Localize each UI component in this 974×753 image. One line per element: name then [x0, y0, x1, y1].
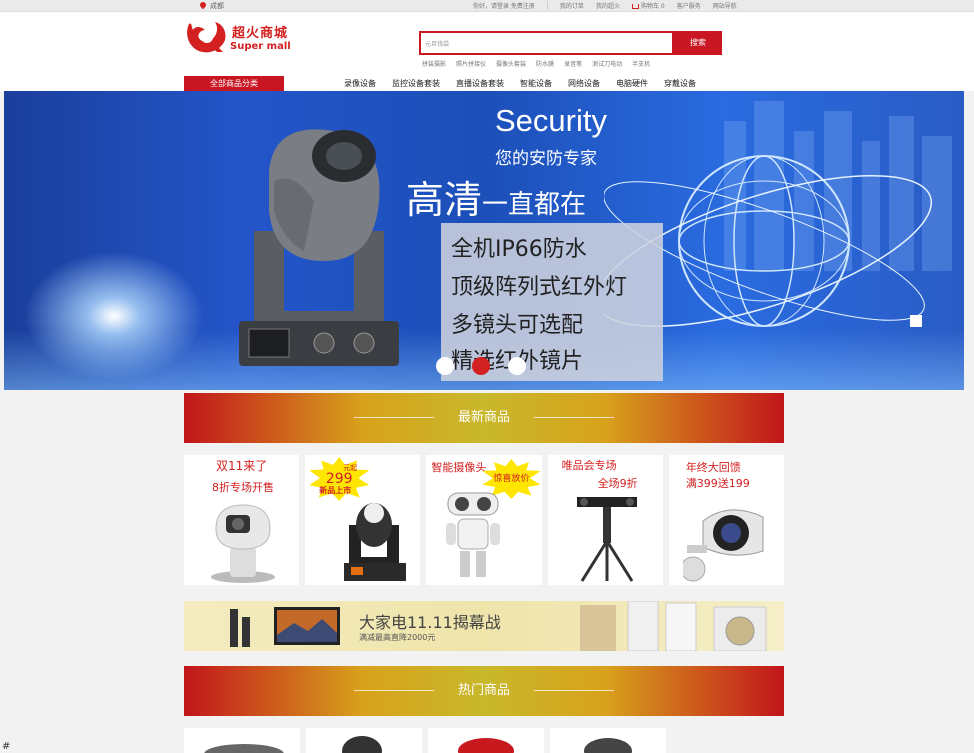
product-image: [584, 738, 632, 753]
product-promo-title: 双11来了: [216, 459, 268, 473]
cart-label: 购物车 0: [640, 3, 665, 10]
site-logo[interactable]: 超火商城 Super mall: [183, 16, 293, 56]
product-card[interactable]: 年终大回馈 满399送199: [668, 455, 785, 585]
price-unit: 元起: [343, 464, 358, 472]
hot-products-heading: 热门商品: [184, 666, 784, 716]
carousel-dot-active[interactable]: [472, 357, 490, 375]
tv-speaker-image: [230, 607, 340, 647]
product-promo-subtitle: 全场9折: [597, 477, 638, 490]
main-nav: 全部商品分类 录像设备 监控设备套装 直播设备套装 智能设备 网络设备 电脑硬件…: [0, 76, 974, 91]
product-card[interactable]: 唯品会专场 全场9折: [547, 455, 663, 585]
appliances-image: [580, 601, 767, 651]
carousel-dot[interactable]: [436, 357, 454, 375]
appliance-promo-title: 大家电11.11揭幕战: [359, 613, 501, 632]
new-products-grid: 双11来了 8折专场开售 299 元起 新品上市 智能摄像头 惊喜放价 唯品会专…: [184, 455, 785, 585]
cart-icon: [631, 4, 639, 9]
nav-item-streaming-kit[interactable]: 直播设备套装: [456, 78, 504, 89]
carousel-dots: [436, 357, 526, 375]
search-button[interactable]: 搜索: [674, 31, 722, 55]
hot-word-link[interactable]: 摄像头套装: [496, 59, 526, 68]
bullet-camera-image: [682, 509, 764, 582]
logo-flame-icon: [187, 22, 226, 53]
nav-item-surveillance-kit[interactable]: 监控设备套装: [392, 78, 440, 89]
hot-products-grid: [184, 728, 784, 753]
location-pin-icon: [200, 2, 206, 10]
nav-item-smart-devices[interactable]: 智能设备: [520, 78, 552, 89]
feature-line: 多镜头可选配: [451, 313, 584, 338]
stage-light-image: [344, 503, 407, 581]
hot-word-link[interactable]: 半支机: [632, 59, 650, 68]
cart-link[interactable]: 购物车 0: [631, 1, 665, 10]
hero-banner[interactable]: Security 您的安防专家 高清一直都在 全机IP66防水 顶级阵列式红外灯…: [4, 91, 964, 390]
product-card[interactable]: [428, 728, 544, 753]
product-promo-subtitle: 满399送199: [685, 477, 750, 490]
search-bar: 元旦钱袋 搜索: [419, 31, 722, 55]
carousel-dot[interactable]: [508, 357, 526, 375]
logo-english-text: Super mall: [230, 41, 291, 52]
banner-title: Security: [495, 103, 607, 138]
product-promo-title: 唯品会专场: [561, 459, 617, 472]
banner-headline: 高清一直都在: [406, 169, 586, 224]
feature-line: 全机IP66防水: [451, 237, 587, 262]
hot-word-link[interactable]: 录音笔: [564, 59, 582, 68]
nav-items: 录像设备 监控设备套装 直播设备套装 智能设备 网络设备 电脑硬件 穿戴设备: [344, 78, 696, 89]
hot-word-link[interactable]: 防水膜: [536, 59, 554, 68]
appliance-promo-banner[interactable]: 大家电11.11揭幕战 满减最高直降2000元: [184, 601, 784, 651]
product-image: [204, 744, 284, 753]
product-card[interactable]: [306, 728, 422, 753]
feature-line: 顶级阵列式红外灯: [451, 275, 628, 300]
banner-subtitle: 您的安防专家: [495, 149, 597, 169]
site-nav-link[interactable]: 网站导航: [713, 1, 737, 10]
appliance-promo-subtitle: 满减最高直降2000元: [359, 633, 436, 642]
all-categories-button[interactable]: 全部商品分类: [184, 76, 284, 91]
product-card[interactable]: [184, 728, 300, 753]
nav-item-network[interactable]: 网络设备: [568, 78, 600, 89]
my-account-link[interactable]: 我的超火: [596, 1, 620, 10]
footer-mark: #: [2, 741, 11, 752]
header: 超火商城 Super mall 元旦钱袋 搜索 拼装摄影 照片拼接仪 摄像头套装…: [0, 12, 974, 76]
top-bar: 成都 你好，请登录 免费注册 我的订单 我的超火 购物车 0 客户服务 网站导航: [0, 0, 974, 12]
location-label: 成都: [210, 2, 224, 10]
product-card[interactable]: [550, 728, 666, 753]
customer-service-link[interactable]: 客户服务: [677, 1, 701, 10]
product-image: [458, 738, 514, 753]
headline-big: 高清: [406, 178, 483, 222]
decorative-square: [910, 315, 922, 327]
product-card[interactable]: 双11来了 8折专场开售: [184, 455, 300, 585]
moving-head-light-image: [239, 129, 399, 366]
ptz-camera-image: [211, 504, 275, 583]
login-register-link[interactable]: 你好，请登录 免费注册: [473, 1, 535, 10]
product-image: [342, 736, 382, 753]
robot-camera-image: [446, 492, 501, 577]
tripod-scanner-image: [576, 497, 637, 582]
hot-word-link[interactable]: 照片拼接仪: [456, 59, 486, 68]
location-selector[interactable]: 成都: [200, 1, 224, 11]
product-promo-subtitle: 8折专场开售: [212, 481, 274, 494]
search-input[interactable]: 元旦钱袋: [419, 31, 674, 55]
hot-word-link[interactable]: 测试刀电动: [592, 59, 622, 68]
nav-item-recording[interactable]: 录像设备: [344, 78, 376, 89]
product-card[interactable]: 智能摄像头 惊喜放价: [426, 455, 542, 585]
hot-word-link[interactable]: 拼装摄影: [422, 59, 446, 68]
nav-item-hardware[interactable]: 电脑硬件: [616, 78, 648, 89]
hot-search-words: 拼装摄影 照片拼接仪 摄像头套装 防水膜 录音笔 测试刀电动 半支机: [422, 59, 650, 68]
headline-small: 一直都在: [482, 190, 587, 220]
nav-item-wearables[interactable]: 穿戴设备: [664, 78, 696, 89]
divider: [546, 1, 548, 10]
product-promo-title: 年终大回馈: [685, 461, 741, 474]
product-promo-title: 智能摄像头: [431, 461, 487, 474]
top-links: 你好，请登录 免费注册 我的订单 我的超火 购物车 0 客户服务 网站导航: [473, 1, 737, 10]
product-card[interactable]: 299 元起 新品上市: [305, 455, 421, 585]
logo-chinese-text: 超火商城: [232, 26, 289, 41]
new-products-heading: 最新商品: [184, 393, 784, 443]
my-orders-link[interactable]: 我的订单: [560, 1, 584, 10]
